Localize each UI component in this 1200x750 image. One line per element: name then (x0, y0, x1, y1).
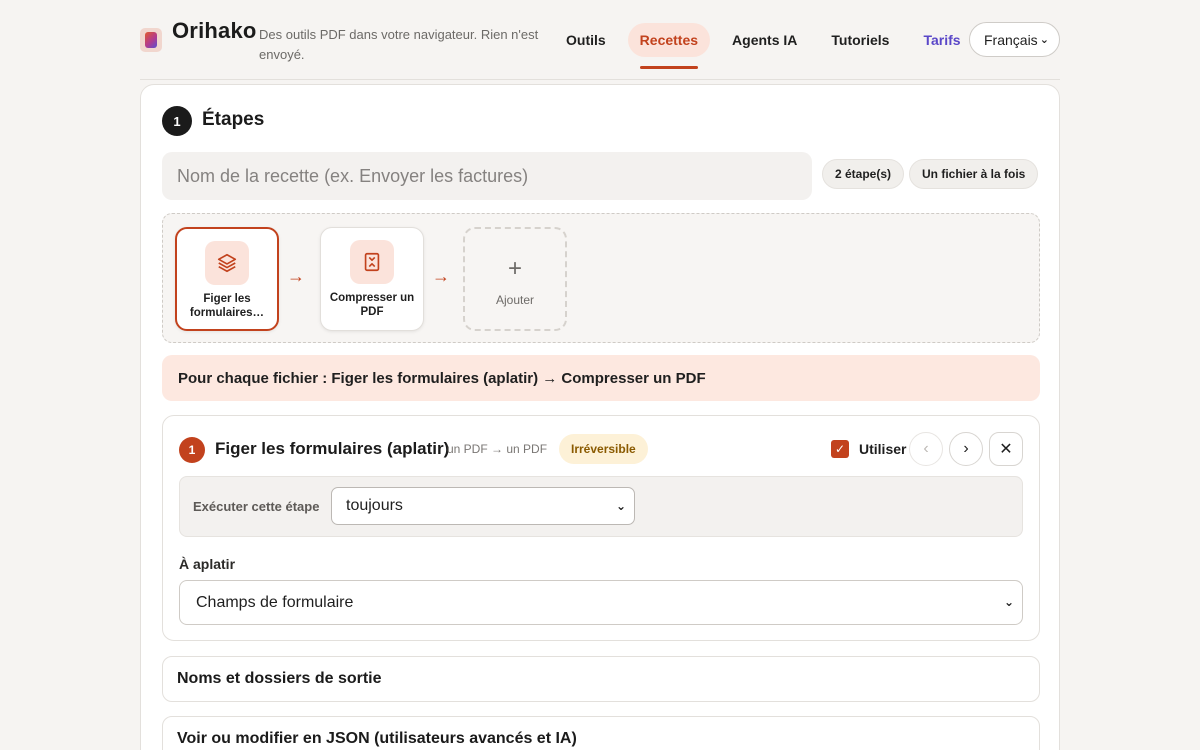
main-nav: Outils Recettes Agents IA Tutoriels Tari… (554, 22, 983, 69)
move-down-button[interactable]: › (949, 432, 983, 466)
flatten-value: Champs de formulaire (196, 593, 354, 611)
language-value: Français (984, 31, 1038, 48)
compress-icon (350, 240, 394, 284)
run-condition-label: Exécuter cette étape (193, 499, 320, 514)
top-header: Orihako Des outils PDF dans votre naviga… (140, 0, 1060, 80)
json-editor-section[interactable]: Voir ou modifier en JSON (utilisateurs a… (162, 716, 1040, 750)
step-flow: Figer les formulaires… → Compresser un P… (162, 213, 1040, 343)
mode-badge[interactable]: Un fichier à la fois (909, 159, 1039, 189)
tagline: Des outils PDF dans votre navigateur. Ri… (259, 27, 539, 62)
use-checkbox[interactable]: ✓ (831, 440, 849, 458)
close-icon: ✕ (999, 441, 1013, 458)
step-number-badge: 1 (179, 437, 205, 463)
step-count-badge: 2 étape(s) (822, 159, 905, 189)
output-names-section[interactable]: Noms et dossiers de sortie (162, 656, 1040, 702)
run-condition-select[interactable]: toujours ⌄ (331, 487, 635, 525)
move-up-button[interactable]: ‹ (909, 432, 943, 466)
run-condition-row: Exécuter cette étape toujours ⌄ (179, 476, 1023, 537)
recipe-summary: Pour chaque fichier : Figer les formulai… (162, 355, 1040, 401)
step-detail-card: 1 Figer les formulaires (aplatir) un PDF… (162, 415, 1040, 641)
nav-tutorials[interactable]: Tutoriels (819, 23, 901, 57)
flow-step-label: Compresser un PDF (329, 292, 415, 318)
flow-step-label: Figer les formulaires… (189, 293, 265, 319)
chevron-down-icon: ⌄ (1039, 34, 1049, 46)
use-label[interactable]: Utiliser (859, 441, 906, 457)
section-number: 1 (162, 106, 192, 136)
irreversible-badge: Irréversible (559, 434, 648, 464)
plus-icon: + (507, 255, 522, 282)
nav-recipes[interactable]: Recettes (627, 23, 711, 69)
recipe-name-placeholder: Nom de la recette (ex. Envoyer les factu… (177, 165, 529, 186)
layers-icon (205, 241, 249, 285)
step-io: un PDF → un PDF (447, 442, 548, 456)
chevron-down-icon: ⌄ (1003, 595, 1014, 609)
recipe-name-input[interactable]: Nom de la recette (ex. Envoyer les factu… (162, 152, 812, 200)
brand-name[interactable]: Orihako (172, 18, 257, 44)
arrow-right-icon: → (287, 266, 305, 286)
logo-icon[interactable] (140, 28, 162, 52)
nav-ai-agents[interactable]: Agents IA (720, 23, 809, 57)
language-select[interactable]: Français ⌄ (969, 22, 1060, 57)
remove-step-button[interactable]: ✕ (989, 432, 1023, 466)
section-title: Étapes (202, 109, 265, 130)
recipe-card: 1 Étapes Nom de la recette (ex. Envoyer … (140, 84, 1060, 750)
flow-step-compress[interactable]: Compresser un PDF (320, 227, 424, 331)
add-step-button[interactable]: + Ajouter (463, 227, 567, 331)
flatten-select[interactable]: Champs de formulaire ⌄ (179, 580, 1023, 625)
arrow-right-icon: → (432, 266, 450, 286)
chevron-right-icon: › (963, 440, 969, 457)
add-step-label: Ajouter (495, 293, 535, 307)
chevron-left-icon: ‹ (923, 440, 929, 457)
chevron-down-icon: ⌄ (615, 499, 626, 513)
flow-step-flatten[interactable]: Figer les formulaires… (175, 227, 279, 331)
run-condition-value: toujours (346, 497, 403, 514)
nav-tools[interactable]: Outils (554, 23, 618, 57)
nav-pricing[interactable]: Tarifs (911, 23, 972, 57)
step-title: Figer les formulaires (aplatir) (215, 439, 450, 458)
flatten-label: À aplatir (179, 556, 236, 572)
